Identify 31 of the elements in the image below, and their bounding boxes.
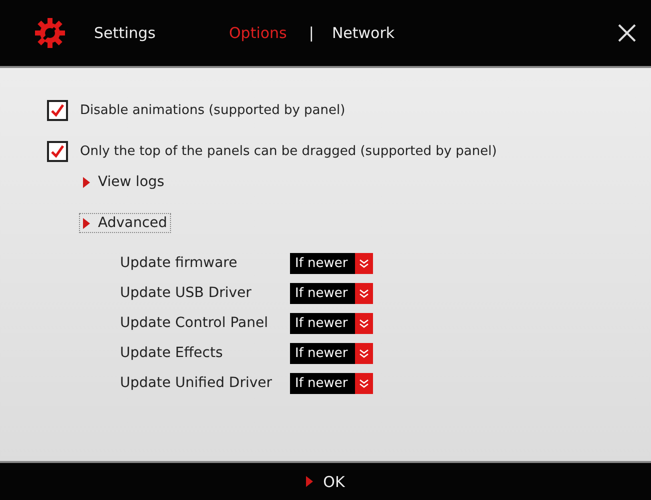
setting-label: Update firmware [120,255,238,271]
expander[interactable]: View logs [79,172,168,192]
chevron-down-icon [359,348,369,358]
dropdown[interactable]: If newer [290,252,373,274]
chevron-down-icon [359,378,369,388]
window-title: Settings [94,24,157,42]
checkbox-label: Only the top of the panels can be dragged (supported by panel) [80,144,497,159]
triangle-icon [306,476,314,487]
ok-button[interactable]: OK [300,472,351,492]
expander[interactable]: Advanced [79,213,172,233]
tab-separator: | [308,24,314,42]
gear-wrench-icon [34,17,66,49]
checkbox-label: Disable animations (supported by panel) [80,103,346,118]
chevron-down-icon [359,318,369,328]
setting-label: Update Control Panel [120,315,269,331]
tab[interactable]: Options [229,24,287,42]
tab[interactable]: Network [332,24,395,42]
setting-label: Update USB Driver [120,285,252,301]
setting-label: Update Unified Driver [120,375,274,391]
dropdown[interactable]: If newer [290,342,373,364]
close-button[interactable] [617,23,637,43]
checkbox[interactable] [47,141,68,162]
triangle-icon [83,218,90,228]
triangle-icon [83,176,90,188]
checkbox[interactable] [47,100,68,121]
chevron-down-icon [359,258,369,268]
dropdown[interactable]: If newer [290,312,373,334]
dropdown[interactable]: If newer [290,282,373,304]
setting-label: Update Effects [120,345,224,361]
dropdown[interactable]: If newer [290,372,373,394]
chevron-down-icon [359,288,369,298]
